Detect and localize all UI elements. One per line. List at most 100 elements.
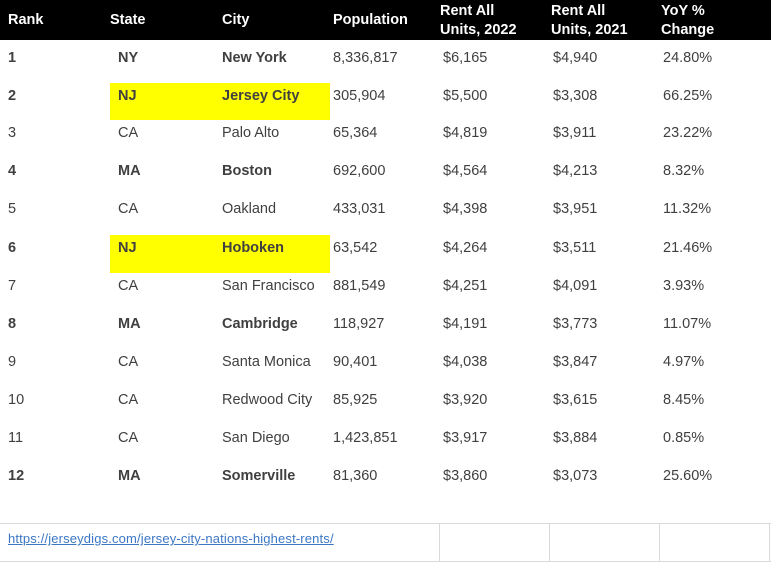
cell-pop: 65,364 — [333, 125, 378, 141]
cell-city: Oakland — [222, 201, 277, 217]
cell-yoy: 23.22% — [663, 125, 713, 141]
column-header-rent21: Rent All Units, 2021 — [551, 3, 628, 38]
column-header-city: City — [222, 12, 250, 28]
cell-rank: 3 — [8, 125, 17, 141]
footer-top-divider — [0, 523, 771, 524]
column-header-yoy: YoY % Change — [661, 3, 715, 38]
cell-pop: 85,925 — [333, 392, 378, 408]
cell-state: CA — [118, 201, 139, 217]
cell-city: San Francisco — [222, 278, 315, 294]
source-url-link[interactable]: https://jerseydigs.com/jersey-city-natio… — [8, 531, 334, 546]
cell-yoy: 24.80% — [663, 50, 713, 66]
cell-pop: 1,423,851 — [333, 430, 398, 446]
rent-ranking-table: Rank State City Population Rent All Units, 2… — [0, 0, 771, 562]
cell-city: Cambridge — [222, 316, 298, 332]
footer-vertical-divider-2 — [549, 524, 550, 561]
cell-city: Boston — [222, 163, 272, 179]
cell-city: New York — [222, 50, 287, 66]
table-row: 11 CA San Diego 1,423,851 $3,917 $3,884 0.85% — [0, 425, 771, 463]
cell-city: Santa Monica — [222, 354, 311, 370]
cell-state: MA — [118, 316, 141, 332]
cell-rank: 9 — [8, 354, 17, 370]
cell-state: MA — [118, 163, 141, 179]
cell-rent22: $6,165 — [443, 50, 488, 66]
footer-vertical-divider-3 — [659, 524, 660, 561]
cell-rent22: $3,920 — [443, 392, 488, 408]
cell-city: Palo Alto — [222, 125, 280, 141]
cell-rank: 8 — [8, 316, 17, 332]
cell-state: CA — [118, 392, 139, 408]
cell-rank: 10 — [8, 392, 25, 408]
table-row: 4 MA Boston 692,600 $4,564 $4,213 8.32% — [0, 158, 771, 196]
cell-pop: 881,549 — [333, 278, 386, 294]
cell-rank: 2 — [8, 88, 17, 104]
cell-rank: 4 — [8, 163, 17, 179]
cell-state: CA — [118, 430, 139, 446]
cell-state: NJ — [118, 88, 137, 104]
cell-yoy: 25.60% — [663, 468, 713, 484]
cell-rent22: $4,264 — [443, 240, 488, 256]
cell-rent21: $4,091 — [553, 278, 598, 294]
cell-yoy: 11.32% — [663, 201, 712, 217]
cell-rent22: $4,398 — [443, 201, 488, 217]
cell-rent21: $3,615 — [553, 392, 598, 408]
cell-yoy: 8.45% — [663, 392, 705, 408]
cell-city: Somerville — [222, 468, 296, 484]
cell-rent22: $3,917 — [443, 430, 488, 446]
footer-vertical-divider-1 — [439, 524, 440, 561]
table-row: 5 CA Oakland 433,031 $4,398 $3,951 11.32% — [0, 196, 771, 235]
column-header-rent22: Rent All Units, 2022 — [440, 3, 517, 38]
cell-rent21: $3,308 — [553, 88, 598, 104]
cell-pop: 63,542 — [333, 240, 378, 256]
cell-rank: 11 — [8, 430, 24, 446]
cell-yoy: 4.97% — [663, 354, 705, 370]
cell-rent22: $5,500 — [443, 88, 488, 104]
cell-pop: 81,360 — [333, 468, 378, 484]
column-header-state: State — [110, 12, 146, 28]
cell-yoy: 3.93% — [663, 278, 705, 294]
cell-state: CA — [118, 354, 139, 370]
table-row: 10 CA Redwood City 85,925 $3,920 $3,615 8.45% — [0, 387, 771, 425]
cell-rank: 6 — [8, 240, 17, 256]
cell-state: NY — [118, 50, 139, 66]
cell-rent21: $4,940 — [553, 50, 598, 66]
cell-state: MA — [118, 468, 141, 484]
cell-rent22: $4,251 — [443, 278, 488, 294]
cell-rent22: $4,191 — [443, 316, 488, 332]
cell-rank: 12 — [8, 468, 25, 484]
cell-rent22: $4,819 — [443, 125, 488, 141]
table-row: 12 MA Somerville 81,360 $3,860 $3,073 25.60% — [0, 463, 771, 501]
column-header-pop: Population — [333, 12, 408, 28]
cell-state: CA — [118, 125, 139, 141]
table-row: 2 NJ Jersey City 305,904 $5,500 $3,308 66.25% — [0, 83, 771, 120]
cell-pop: 433,031 — [333, 201, 386, 217]
cell-city: Redwood City — [222, 392, 313, 408]
cell-yoy: 66.25% — [663, 88, 713, 104]
cell-rank: 7 — [8, 278, 17, 294]
footer-vertical-divider-4 — [769, 524, 770, 561]
cell-rank: 5 — [8, 201, 17, 217]
table-row: 9 CA Santa Monica 90,401 $4,038 $3,847 4.97% — [0, 349, 771, 387]
cell-yoy: 8.32% — [663, 163, 705, 179]
cell-state: CA — [118, 278, 139, 294]
cell-pop: 118,927 — [333, 316, 385, 332]
table-row: 1 NY New York 8,336,817 $6,165 $4,940 24.80% — [0, 45, 771, 83]
cell-rent22: $4,038 — [443, 354, 488, 370]
cell-rent21: $3,773 — [553, 316, 598, 332]
cell-city: San Diego — [222, 430, 290, 446]
cell-rent21: $3,511 — [553, 240, 597, 256]
cell-rent21: $3,911 — [553, 125, 597, 141]
table-row: 7 CA San Francisco 881,549 $4,251 $4,091 3.93% — [0, 273, 771, 311]
cell-pop: 305,904 — [333, 88, 386, 104]
cell-city: Hoboken — [222, 240, 285, 256]
cell-rank: 1 — [8, 50, 17, 66]
cell-rent21: $3,884 — [553, 430, 598, 446]
cell-rent21: $3,951 — [553, 201, 598, 217]
cell-rent21: $3,847 — [553, 354, 598, 370]
cell-pop: 692,600 — [333, 163, 386, 179]
cell-pop: 90,401 — [333, 354, 378, 370]
cell-rent21: $4,213 — [553, 163, 598, 179]
cell-pop: 8,336,817 — [333, 50, 398, 66]
cell-rent22: $3,860 — [443, 468, 488, 484]
table-row: 8 MA Cambridge 118,927 $4,191 $3,773 11.07% — [0, 311, 771, 349]
